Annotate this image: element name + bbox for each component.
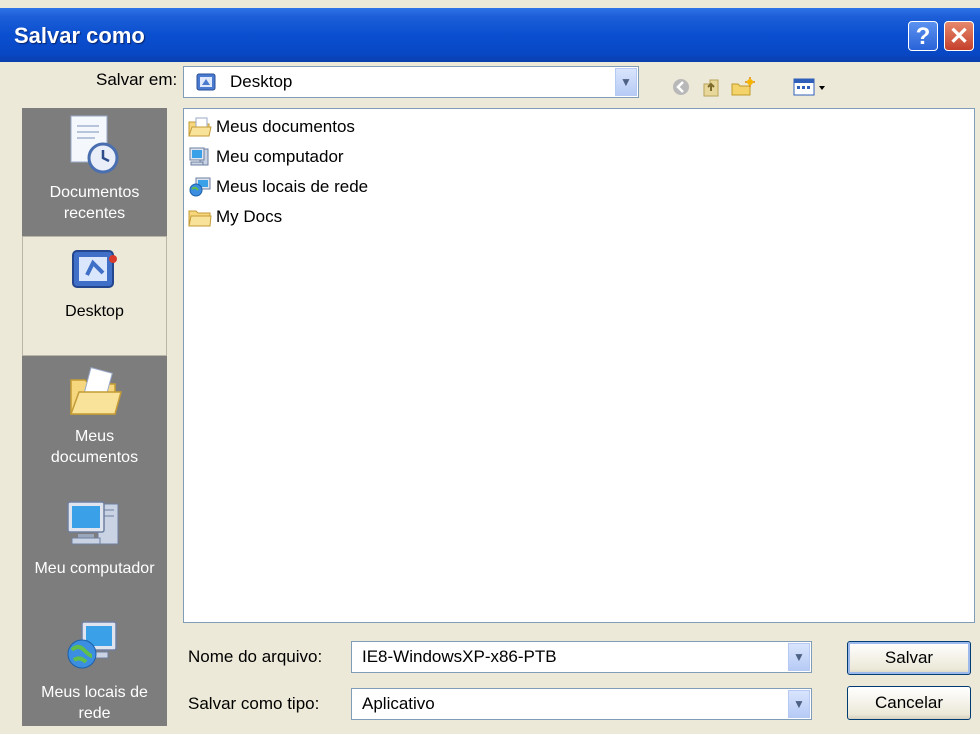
up-folder-button[interactable] — [698, 74, 724, 100]
filetype-value: Aplicativo — [362, 694, 435, 713]
file-list[interactable]: Meus documentos Meu computador Meus loca… — [183, 108, 975, 623]
views-menu-icon — [793, 78, 825, 96]
place-desktop[interactable]: Desktop — [22, 236, 167, 356]
file-name: Meu computador — [216, 147, 344, 166]
save-in-label: Salvar em: — [96, 70, 178, 89]
place-my-computer[interactable]: Meu computador — [22, 496, 167, 579]
place-label: rede — [78, 705, 111, 722]
file-name: Meus documentos — [216, 117, 355, 136]
places-bar: Documentos recentes Desktop Meus documen… — [22, 108, 167, 726]
title-bar[interactable]: Salvar como ? ✕ — [0, 8, 980, 62]
network-icon — [189, 177, 211, 197]
save-as-dialog: Salvar como ? ✕ Salvar em: Desktop ▼ Doc… — [0, 0, 980, 734]
my-documents-icon — [69, 367, 122, 415]
filetype-label: Salvar como tipo: — [188, 694, 320, 713]
place-label: Meus — [74, 428, 115, 445]
views-menu-button[interactable] — [792, 74, 834, 100]
place-label: documentos — [50, 449, 139, 466]
place-label: recentes — [63, 205, 126, 222]
file-name: Meus locais de rede — [216, 177, 369, 196]
up-folder-icon — [703, 79, 719, 97]
place-label: Desktop — [65, 303, 124, 320]
place-label: Meu computador — [34, 560, 155, 577]
back-icon — [673, 79, 689, 95]
place-label: Meus locais de — [41, 684, 148, 701]
close-button[interactable]: ✕ — [944, 21, 974, 51]
place-label: Documentos — [49, 184, 140, 201]
filename-input[interactable]: IE8-WindowsXP-x86-PTB ▼ — [351, 641, 812, 673]
documents-folder-icon — [188, 117, 212, 137]
desktop-icon — [71, 250, 117, 288]
folder-icon — [188, 210, 212, 227]
chevron-down-icon[interactable]: ▼ — [615, 68, 637, 96]
cancel-button[interactable]: Cancelar — [847, 686, 971, 720]
chevron-down-icon[interactable]: ▼ — [788, 690, 810, 718]
recent-documents-icon — [70, 115, 118, 174]
filename-label: Nome do arquivo: — [188, 647, 323, 666]
computer-icon — [189, 147, 209, 166]
file-name: My Docs — [216, 207, 283, 226]
save-in-dropdown[interactable]: Desktop ▼ — [183, 66, 639, 98]
save-button[interactable]: Salvar — [847, 641, 971, 675]
my-computer-icon — [66, 501, 118, 545]
chevron-down-icon[interactable]: ▼ — [788, 643, 810, 671]
list-item[interactable]: Meu computador — [188, 143, 344, 171]
place-recent-documents[interactable]: Documentos recentes — [22, 114, 167, 224]
place-my-documents[interactable]: Meus documentos — [22, 364, 167, 468]
desktop-small-icon — [196, 73, 216, 96]
new-folder-icon — [731, 77, 755, 96]
back-button[interactable] — [668, 74, 694, 100]
help-button[interactable]: ? — [908, 21, 938, 51]
list-item[interactable]: Meus locais de rede — [188, 173, 368, 201]
place-network-places[interactable]: Meus locais de rede — [22, 616, 167, 724]
filetype-dropdown[interactable]: Aplicativo ▼ — [351, 688, 812, 720]
list-item[interactable]: Meus documentos — [188, 113, 355, 141]
save-in-value: Desktop — [230, 72, 293, 91]
filename-value: IE8-WindowsXP-x86-PTB — [362, 647, 557, 666]
network-places-icon — [67, 621, 117, 669]
list-item[interactable]: My Docs — [188, 203, 282, 231]
new-folder-button[interactable] — [728, 74, 758, 100]
window-title: Salvar como — [14, 23, 145, 48]
